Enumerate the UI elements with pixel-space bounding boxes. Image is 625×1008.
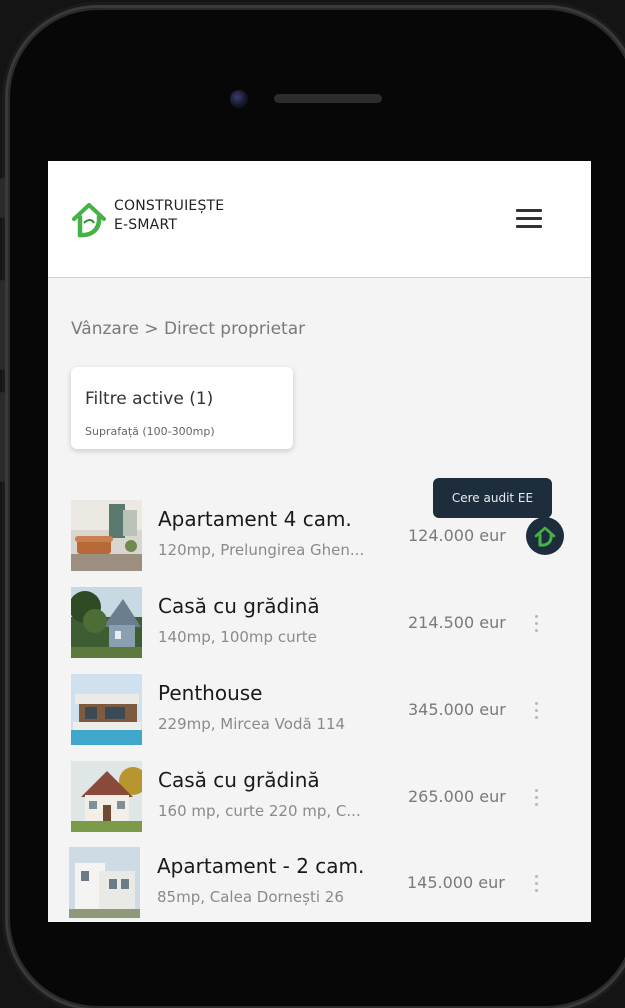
listing-subtitle: 160 mp, curte 220 mp, C... (158, 802, 361, 820)
listing-row[interactable]: Casă cu grădină 140mp, 100mp curte 214.5… (48, 587, 591, 659)
listing-title: Penthouse (158, 681, 263, 705)
listing-price: 345.000 eur (408, 700, 506, 719)
app-header: CONSTRUIEȘTE E-SMART (48, 161, 591, 278)
listing-title: Casă cu grădină (158, 594, 320, 618)
house-leaf-icon (534, 526, 556, 547)
listing-price: 124.000 eur (408, 526, 506, 545)
brand-line-1: CONSTRUIEȘTE (114, 198, 225, 214)
hamburger-menu-icon[interactable] (514, 207, 544, 231)
camera-icon (230, 90, 248, 108)
breadcrumb[interactable]: Vânzare > Direct proprietar (71, 319, 305, 339)
listing-row[interactable]: Casă cu grădină 160 mp, curte 220 mp, C.… (48, 761, 591, 833)
listing-photo-house-garden (71, 587, 142, 658)
brand-line-2: E-SMART (114, 217, 178, 233)
brand-name[interactable]: CONSTRUIEȘTE E-SMART (114, 197, 224, 235)
listing-photo-cottage (71, 761, 142, 832)
listing-subtitle: 120mp, Prelungirea Ghen... (158, 541, 365, 559)
audit-tooltip: Cere audit EE (433, 478, 552, 518)
app-screen: CONSTRUIEȘTE E-SMART Vânzare > Direct pr… (48, 161, 591, 922)
listing-price: 214.500 eur (408, 613, 506, 632)
phone-volume-up-button (0, 280, 5, 370)
listing-title: Apartament - 2 cam. (157, 854, 365, 878)
active-filter-chip: Suprafață (100-300mp) (85, 425, 215, 438)
more-options-icon[interactable] (532, 700, 542, 722)
phone-volume-down-button (0, 392, 5, 482)
more-options-icon[interactable] (532, 613, 542, 635)
listing-row[interactable]: Penthouse 229mp, Mircea Vodă 114 345.000… (48, 674, 591, 746)
listing-title: Apartament 4 cam. (158, 507, 352, 531)
more-options-icon[interactable] (532, 873, 542, 895)
listing-row[interactable]: Apartament - 2 cam. 85mp, Calea Dornești… (48, 847, 591, 919)
listing-price: 145.000 eur (407, 873, 505, 892)
listing-subtitle: 140mp, 100mp curte (158, 628, 317, 646)
more-options-icon[interactable] (532, 787, 542, 809)
audit-ee-button[interactable] (526, 517, 564, 555)
listing-subtitle: 85mp, Calea Dornești 26 (157, 888, 344, 906)
phone-mute-switch (0, 178, 5, 218)
listing-price: 265.000 eur (408, 787, 506, 806)
listing-photo-penthouse (71, 674, 142, 745)
listing-title: Casă cu grădină (158, 768, 320, 792)
speaker-grille (274, 94, 382, 103)
listing-photo-apartment-building (69, 847, 140, 918)
listing-photo-living-room (71, 500, 142, 571)
active-filters-card[interactable]: Filtre active (1) Suprafață (100-300mp) (71, 367, 293, 449)
listing-subtitle: 229mp, Mircea Vodă 114 (158, 715, 346, 733)
house-leaf-logo-icon (72, 203, 106, 238)
active-filters-title: Filtre active (1) (85, 389, 214, 409)
